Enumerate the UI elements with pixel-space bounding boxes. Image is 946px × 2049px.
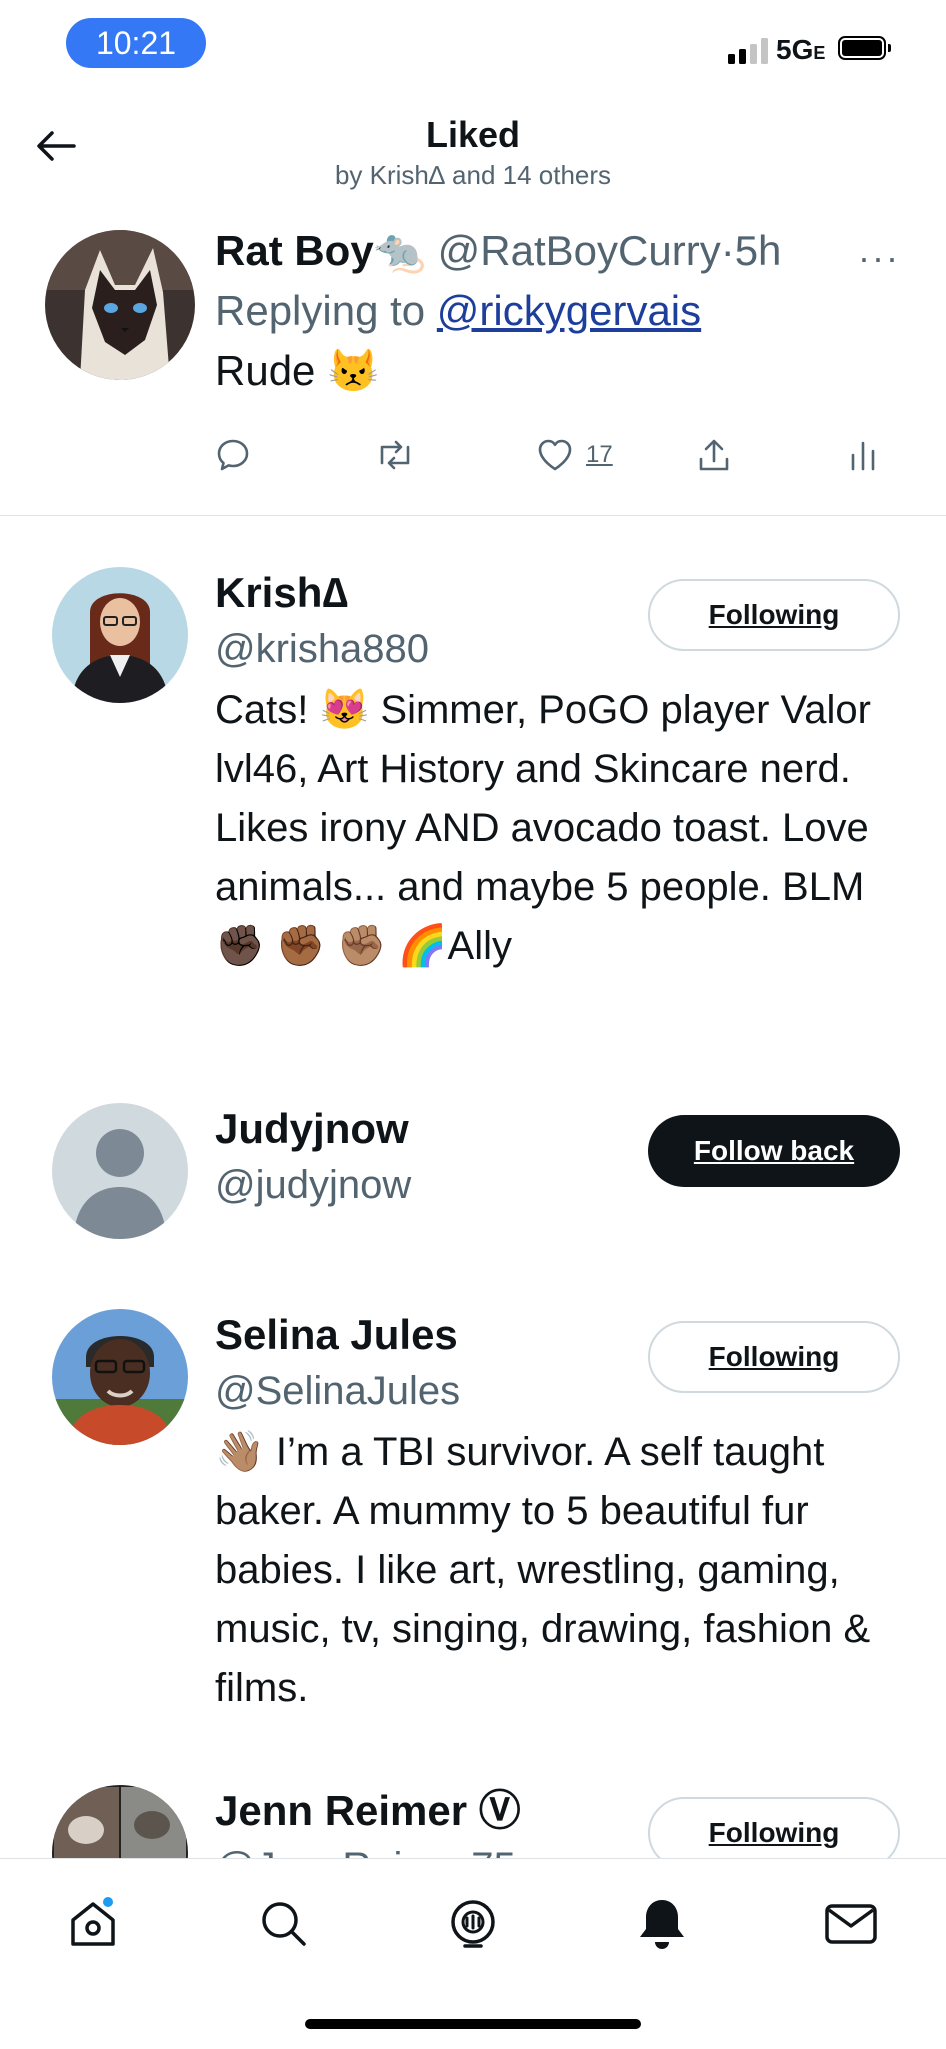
share-icon[interactable] xyxy=(696,430,732,480)
follow-back-button[interactable]: Follow back xyxy=(648,1115,900,1187)
retweet-icon[interactable] xyxy=(374,430,416,480)
user-bio: Cats! 😻 Simmer, PoGO player Valor lvl46,… xyxy=(215,688,871,968)
battery-icon xyxy=(838,36,891,60)
user-bio: 👋🏽 I’m a TBI survivor. A self taught bak… xyxy=(215,1430,871,1710)
following-button[interactable]: Following xyxy=(648,1797,900,1858)
avatar[interactable] xyxy=(52,1309,188,1445)
signal-icon xyxy=(728,36,768,64)
avatar[interactable] xyxy=(45,230,195,380)
user-handle[interactable]: @JennReimer75 xyxy=(215,1841,516,1858)
search-icon[interactable] xyxy=(249,1889,319,1959)
rat-emoji: 🐀 xyxy=(373,227,426,274)
user-name[interactable]: Judyjnow xyxy=(215,1103,409,1155)
tweet-actions: 17 xyxy=(0,430,946,480)
user-handle[interactable]: @SelinaJules xyxy=(215,1365,460,1417)
like-count[interactable]: 17 xyxy=(586,441,613,469)
user-handle[interactable]: @krisha880 xyxy=(215,623,429,675)
analytics-icon[interactable] xyxy=(848,430,878,480)
tweet-time: 5h xyxy=(734,227,782,274)
avatar[interactable] xyxy=(52,1785,188,1858)
replying-label: Replying to xyxy=(215,287,426,334)
list-item[interactable]: Jenn Reimer Ⓥ @JennReimer75 Following xyxy=(0,1785,946,1858)
page-subtitle[interactable]: by Krish∆ and 14 others xyxy=(0,160,946,191)
replying-to-link[interactable]: @rickygervais xyxy=(437,287,701,334)
bottom-nav xyxy=(0,1858,946,2049)
user-handle[interactable]: @judyjnow xyxy=(215,1159,411,1211)
more-options-icon[interactable]: ··· xyxy=(858,237,900,279)
status-time[interactable]: 10:21 xyxy=(66,18,206,68)
user-name[interactable]: Selina Jules xyxy=(215,1309,458,1361)
tweet-text: Rude 😾 xyxy=(215,347,380,394)
reply-icon[interactable] xyxy=(215,430,251,480)
tweet-header: Rat Boy🐀 @RatBoyCurry·5h xyxy=(215,225,781,277)
following-button[interactable]: Following xyxy=(648,579,900,651)
home-indicator xyxy=(305,2019,641,2029)
notifications-icon[interactable] xyxy=(627,1889,697,1959)
tweet[interactable]: Rat Boy🐀 @RatBoyCurry·5h ··· Replying to… xyxy=(0,225,946,516)
like-button[interactable]: 17 xyxy=(536,430,613,480)
list-item[interactable]: Krish∆ @krisha880 Following Cats! 😻 Simm… xyxy=(0,567,946,1037)
heart-icon xyxy=(538,439,572,471)
user-name[interactable]: Jenn Reimer Ⓥ xyxy=(215,1785,521,1837)
page-title: Liked xyxy=(425,114,521,155)
home-icon[interactable] xyxy=(58,1889,128,1959)
user-name[interactable]: Krish∆ xyxy=(215,567,348,619)
network-label: 5GE xyxy=(776,34,826,65)
replying-to: Replying to @rickygervais xyxy=(215,285,701,337)
page-header: Liked by Krish∆ and 14 others xyxy=(0,100,946,200)
list-item[interactable]: Selina Jules @SelinaJules Following 👋🏽 I… xyxy=(0,1309,946,1739)
avatar[interactable] xyxy=(52,567,188,703)
author-handle[interactable]: @RatBoyCurry xyxy=(438,227,721,274)
status-bar: 10:21 5GE xyxy=(0,0,946,80)
author-name[interactable]: Rat Boy xyxy=(215,227,374,274)
spaces-icon[interactable] xyxy=(438,1889,508,1959)
separator: · xyxy=(720,227,735,274)
default-avatar-icon[interactable] xyxy=(52,1103,188,1239)
list-item[interactable]: Judyjnow @judyjnow Follow back xyxy=(0,1103,946,1273)
messages-icon[interactable] xyxy=(816,1889,886,1959)
following-button[interactable]: Following xyxy=(648,1321,900,1393)
